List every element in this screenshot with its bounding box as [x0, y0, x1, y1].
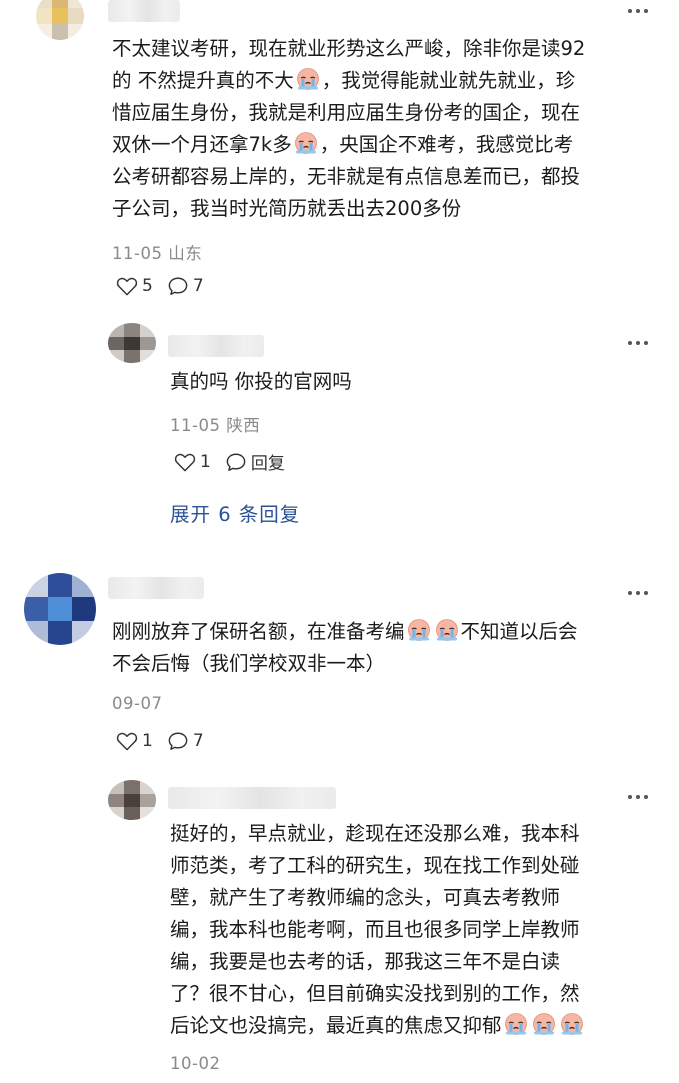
speech-bubble-icon — [168, 732, 188, 750]
comment-text: 不太建议考研，现在就业形势这么严峻，除非你是读92 的 不然提升真的不大 ，我觉得能… — [112, 33, 585, 225]
comment-text: 刚刚放弃了保研名额，在准备考编 不知道以后会 不会后悔（我们学校双非一本） — [112, 616, 578, 680]
text-line: 的 不然提升真的不大 ，我觉得能就业就先就业，珍 — [112, 68, 576, 92]
more-options-icon[interactable] — [628, 588, 652, 598]
crying-face-emoji — [435, 619, 458, 641]
reply-username[interactable] — [168, 787, 336, 809]
crying-face-emoji — [560, 1013, 583, 1035]
reply-text: 挺好的，早点就业，趁现在还没那么难，我本科 师范类，考了工科的研究生，现在找工作到… — [170, 818, 586, 1042]
heart-outline-icon — [116, 277, 138, 296]
reply-actions: 1 回复 — [174, 449, 299, 474]
speech-bubble-icon — [226, 453, 246, 471]
like-button[interactable]: 5 — [116, 276, 153, 296]
text-line: 编，我要是也去考的话，那我这三年不是白读 — [170, 950, 561, 973]
text-line: 双休一个月还拿7k多 ，央国企不难考，我感觉比考 — [112, 132, 574, 156]
like-count: 5 — [142, 276, 153, 296]
like-count: 1 — [200, 451, 211, 472]
crying-face-emoji — [294, 132, 317, 154]
comment-meta: 09-07 — [112, 694, 163, 713]
avatar[interactable] — [24, 573, 96, 645]
text-line: 编，我本科也能考啊，而且也很多同学上岸教师 — [170, 918, 580, 941]
username[interactable] — [108, 577, 204, 599]
more-options-icon[interactable] — [628, 338, 652, 348]
avatar[interactable] — [36, 0, 84, 40]
heart-outline-icon — [116, 732, 138, 751]
speech-bubble-icon — [168, 277, 188, 295]
comment-meta: 11-05 山东 — [112, 244, 203, 263]
comment-count: 7 — [192, 276, 204, 296]
reply-meta: 10-02 — [170, 1054, 221, 1073]
like-button[interactable]: 1 — [116, 731, 153, 751]
heart-outline-icon — [174, 453, 196, 471]
text-line: 了？很不甘心，但目前确实没找到别的工作，然 — [170, 982, 580, 1005]
text-line: 不会后悔（我们学校双非一本） — [112, 652, 386, 675]
reply-label: 回复 — [250, 454, 285, 474]
reply-avatar[interactable] — [108, 323, 156, 363]
comment-button[interactable]: 7 — [167, 276, 204, 296]
text-line: 惜应届生身份，我就是利用应届生身份考的国企，现在 — [112, 101, 581, 124]
expand-replies-link[interactable]: 展开 6 条回复 — [170, 498, 300, 527]
comment-actions: 5 7 — [116, 276, 218, 296]
text-line: 真的吗 你投的官网吗 — [170, 370, 352, 393]
more-options-icon[interactable] — [628, 6, 652, 16]
username[interactable] — [108, 0, 180, 22]
reply-meta: 11-05 陕西 — [170, 416, 261, 435]
text-line: 后论文也没搞完，最近真的焦虑又抑郁 — [170, 1010, 586, 1042]
like-count: 1 — [142, 731, 153, 751]
text-line: 挺好的，早点就业，趁现在还没那么难，我本科 — [170, 822, 580, 845]
crying-face-emoji — [532, 1013, 555, 1035]
reply-avatar[interactable] — [108, 780, 156, 820]
reply-button[interactable]: 回复 — [225, 449, 285, 474]
comment-actions: 1 7 — [116, 731, 218, 751]
text-line: 刚刚放弃了保研名额，在准备考编 不知道以后会 — [112, 619, 578, 643]
more-options-icon[interactable] — [628, 792, 652, 802]
text-line: 师范类，考了工科的研究生，现在找工作到处碰 — [170, 854, 580, 877]
text-line: 壁，就产生了考教师编的念头，可真去考教师 — [170, 886, 561, 909]
text-line: 公考研都容易上岸的，无非就是有点信息差而已，都投 — [112, 165, 581, 188]
reply-username[interactable] — [168, 335, 264, 357]
crying-face-emoji — [504, 1013, 527, 1035]
reply-text: 真的吗 你投的官网吗 — [170, 366, 352, 398]
text-line: 不太建议考研，现在就业形势这么严峻，除非你是读92 — [112, 37, 586, 60]
crying-face-emoji — [407, 619, 430, 641]
like-button[interactable]: 1 — [174, 452, 211, 472]
text-line: 子公司，我当时光简历就丢出去200多份 — [112, 197, 462, 220]
comment-count: 7 — [192, 731, 204, 751]
comment-button[interactable]: 7 — [167, 731, 204, 751]
crying-face-emoji — [296, 68, 319, 90]
